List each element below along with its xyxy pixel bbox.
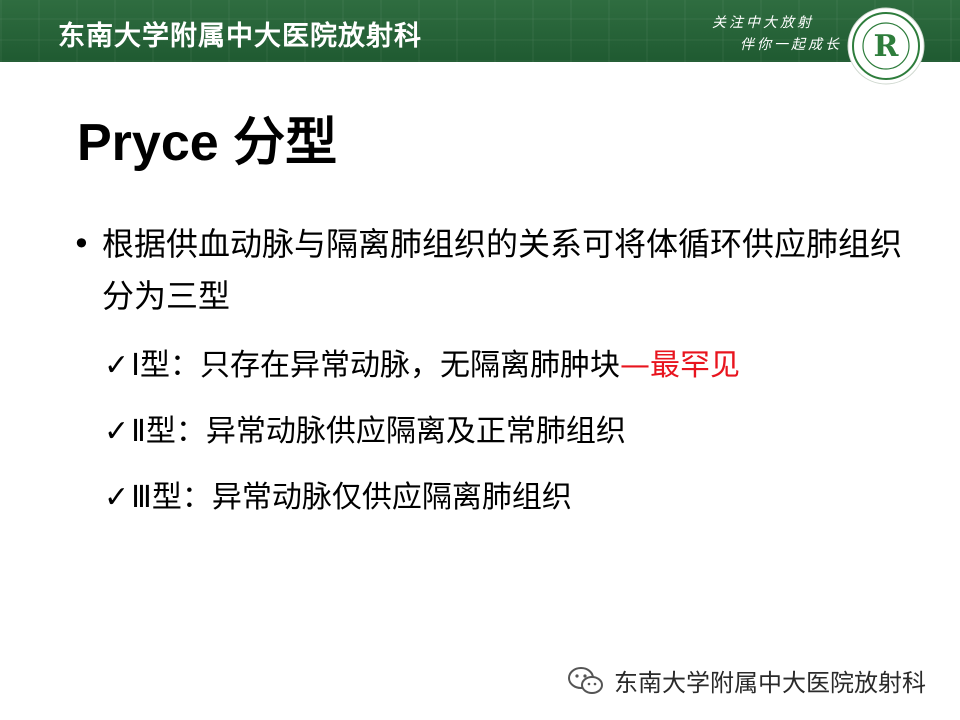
slide-title: Pryce 分型 <box>77 114 338 172</box>
subitem-type-3: ✓Ⅲ型：异常动脉仅供应隔离肺组织 <box>104 472 572 516</box>
footer-text: 东南大学附属中大医院放射科 <box>614 669 926 697</box>
bullet-dot: • <box>72 225 91 263</box>
check-icon: ✓ <box>104 414 130 449</box>
check-icon: ✓ <box>104 348 130 383</box>
org-name: 东南大学附属中大医院放射科 <box>58 21 422 52</box>
check-icon: ✓ <box>104 480 130 515</box>
subitem-text: Ⅱ型：异常动脉供应隔离及正常肺组织 <box>131 414 626 449</box>
svg-text:R: R <box>874 29 900 64</box>
main-bullet: • 根据供血动脉与隔离肺组织的关系可将体循环供应肺组织分为三型 <box>72 218 912 322</box>
header-banner: 东南大学附属中大医院放射科 关注中大放射 伴你一起成长 <box>0 0 960 62</box>
footer-watermark: 东南大学附属中大医院放射科 <box>566 663 926 698</box>
subitem-text: Ⅰ型：只存在异常动脉，无隔离肺肿块 <box>131 348 620 383</box>
slogan-line-2: 伴你一起成长 <box>740 37 842 53</box>
hospital-logo-icon: R <box>847 7 925 85</box>
slogan-line-1: 关注中大放射 <box>712 15 814 31</box>
subitem-highlight: —最罕见 <box>620 348 740 383</box>
subitem-type-1: ✓Ⅰ型：只存在异常动脉，无隔离肺肿块—最罕见 <box>104 340 740 384</box>
bullet-text: 根据供血动脉与隔离肺组织的关系可将体循环供应肺组织分为三型 <box>102 225 903 315</box>
wechat-icon <box>568 666 603 694</box>
subitem-text: Ⅲ型：异常动脉仅供应隔离肺组织 <box>131 480 572 515</box>
subitem-type-2: ✓Ⅱ型：异常动脉供应隔离及正常肺组织 <box>104 406 626 450</box>
